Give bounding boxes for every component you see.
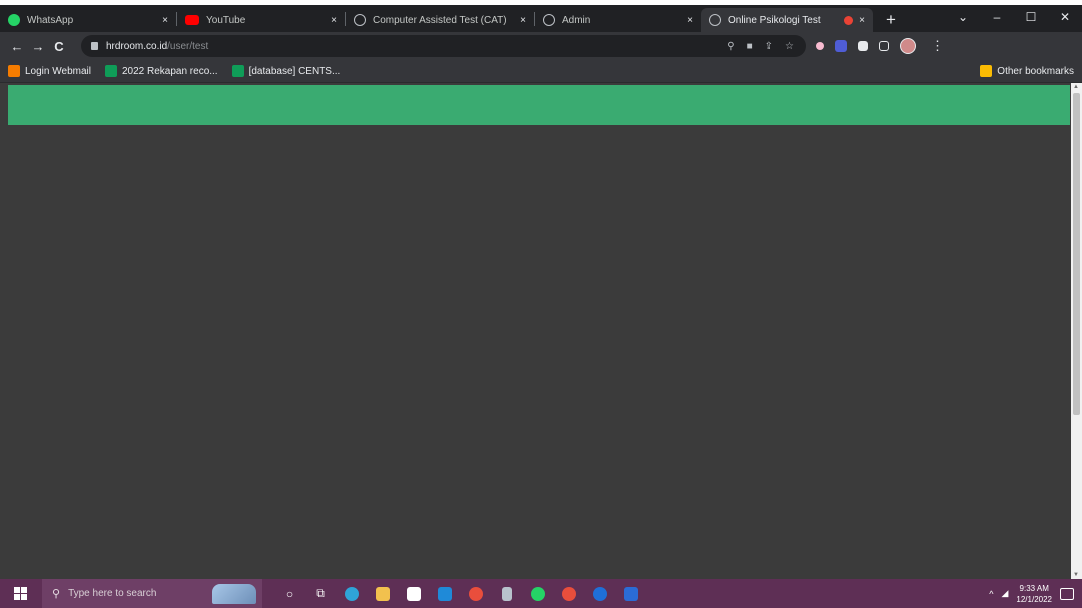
window-controls: ⌄ – ☐ ✕ xyxy=(946,5,1082,29)
close-icon[interactable]: × xyxy=(331,15,337,26)
tab-computer-assisted-test[interactable]: Computer Assisted Test (CAT) × xyxy=(346,8,534,32)
windows-taskbar: ⚲ Type here to search ○ ⧉ ^ ◢ 9:33 AM 12… xyxy=(0,579,1082,608)
folder-icon xyxy=(980,65,993,77)
globe-icon xyxy=(709,14,721,26)
back-button[interactable]: ← xyxy=(8,39,26,54)
tab-whatsapp[interactable]: WhatsApp × xyxy=(0,8,176,32)
edge-icon[interactable] xyxy=(336,579,367,608)
tab-title: Online Psikologi Test xyxy=(728,14,821,26)
word-icon[interactable] xyxy=(615,579,646,608)
search-placeholder: Type here to search xyxy=(68,588,157,599)
store-icon[interactable] xyxy=(398,579,429,608)
globe-icon xyxy=(543,14,555,26)
url-path: /user/test xyxy=(167,40,209,52)
tray-chevron-icon[interactable]: ^ xyxy=(989,589,993,599)
maximize-button[interactable]: ☐ xyxy=(1014,10,1048,24)
chrome-icon[interactable] xyxy=(460,579,491,608)
address-bar[interactable]: hrdroom.co.id /user/test ⚲ ■ ⇪ ☆ xyxy=(81,35,806,57)
clock-date: 12/1/2022 xyxy=(1016,594,1052,604)
tab-title: Computer Assisted Test (CAT) xyxy=(373,14,507,26)
windows-start-icon[interactable] xyxy=(6,587,34,600)
close-icon[interactable]: × xyxy=(162,15,168,26)
cortana-icon[interactable]: ○ xyxy=(274,579,305,608)
sheets-icon xyxy=(231,65,244,77)
bookmark-rekapan[interactable]: 2022 Rekapan reco... xyxy=(104,65,218,77)
bookmark-label: Other bookmarks xyxy=(997,65,1074,77)
page-header-bar xyxy=(8,85,1070,125)
bookmark-label: Login Webmail xyxy=(25,65,91,77)
search-icon: ⚲ xyxy=(52,588,61,600)
task-view-icon[interactable]: ⧉ xyxy=(305,579,336,608)
other-bookmarks[interactable]: Other bookmarks xyxy=(980,65,1074,77)
close-window-button[interactable]: ✕ xyxy=(1048,10,1082,24)
chrome-alt-icon[interactable] xyxy=(553,579,584,608)
close-icon[interactable]: × xyxy=(520,15,526,26)
url-host: hrdroom.co.id xyxy=(106,40,168,52)
bookmark-label: 2022 Rekapan reco... xyxy=(121,65,218,77)
share-icon[interactable]: ⇪ xyxy=(765,41,773,52)
extension-icon[interactable] xyxy=(835,40,847,52)
search-highlight-image xyxy=(212,584,256,604)
close-icon[interactable]: × xyxy=(859,15,865,26)
tab-title: WhatsApp xyxy=(27,14,74,26)
scroll-down-icon[interactable]: ▼ xyxy=(1073,572,1079,578)
location-icon[interactable]: ⚲ xyxy=(727,41,734,52)
whatsapp-icon xyxy=(8,14,20,26)
forward-button[interactable]: → xyxy=(29,39,47,54)
scrollbar[interactable]: ▲ ▼ xyxy=(1071,83,1082,579)
notification-icon[interactable] xyxy=(1060,587,1074,600)
puzzle-icon[interactable] xyxy=(858,41,868,51)
star-icon[interactable]: ☆ xyxy=(785,41,794,52)
tab-online-psikologi-test[interactable]: Online Psikologi Test × xyxy=(701,8,873,32)
outlook-icon[interactable] xyxy=(584,579,615,608)
bookmarks-bar: Login Webmail 2022 Rekapan reco... [data… xyxy=(0,60,1082,83)
extension-icon[interactable] xyxy=(816,42,824,50)
taskbar-apps: ○ ⧉ xyxy=(274,579,646,608)
tab-youtube[interactable]: YouTube × xyxy=(177,8,345,32)
sheets-icon xyxy=(104,65,117,77)
taskbar-search[interactable]: ⚲ Type here to search xyxy=(42,579,262,608)
tab-search-icon[interactable]: ⌄ xyxy=(946,10,980,24)
page-content xyxy=(0,83,1071,579)
camera-icon[interactable]: ■ xyxy=(747,41,753,52)
reload-button[interactable]: C xyxy=(50,39,68,54)
avatar[interactable] xyxy=(900,38,916,54)
bookmark-login-webmail[interactable]: Login Webmail xyxy=(8,65,91,77)
file-explorer-icon[interactable] xyxy=(367,579,398,608)
youtube-icon xyxy=(185,15,199,25)
scrollbar-thumb[interactable] xyxy=(1073,93,1080,415)
document-icon[interactable] xyxy=(491,579,522,608)
tab-title: YouTube xyxy=(206,14,246,26)
lock-icon[interactable] xyxy=(91,42,98,50)
tab-admin[interactable]: Admin × xyxy=(535,8,701,32)
tab-bar: WhatsApp × YouTube × Computer Assisted T… xyxy=(0,5,1082,32)
recording-icon xyxy=(844,15,854,25)
close-icon[interactable]: × xyxy=(687,15,693,26)
mail-icon[interactable] xyxy=(429,579,460,608)
scroll-up-icon[interactable]: ▲ xyxy=(1073,84,1079,90)
menu-icon[interactable]: ⋮ xyxy=(931,38,944,54)
bookmark-label: [database] CENTS... xyxy=(248,65,341,77)
network-icon[interactable]: ◢ xyxy=(1001,588,1008,599)
bookmark-database-cents[interactable]: [database] CENTS... xyxy=(231,65,341,77)
webmail-icon xyxy=(8,65,20,77)
clock-time: 9:33 AM xyxy=(1019,583,1049,593)
tab-title: Admin xyxy=(562,14,591,26)
new-tab-button[interactable]: + xyxy=(879,8,903,32)
system-tray: ^ ◢ 9:33 AM 12/1/2022 xyxy=(989,583,1082,605)
whatsapp-icon[interactable] xyxy=(522,579,553,608)
clock[interactable]: 9:33 AM 12/1/2022 xyxy=(1016,583,1052,605)
sidebar-icon[interactable] xyxy=(879,41,889,51)
globe-icon xyxy=(354,14,366,26)
minimize-button[interactable]: – xyxy=(980,10,1014,24)
browser-toolbar: ← → C hrdroom.co.id /user/test ⚲ ■ ⇪ ☆ ⋮ xyxy=(0,32,1082,60)
